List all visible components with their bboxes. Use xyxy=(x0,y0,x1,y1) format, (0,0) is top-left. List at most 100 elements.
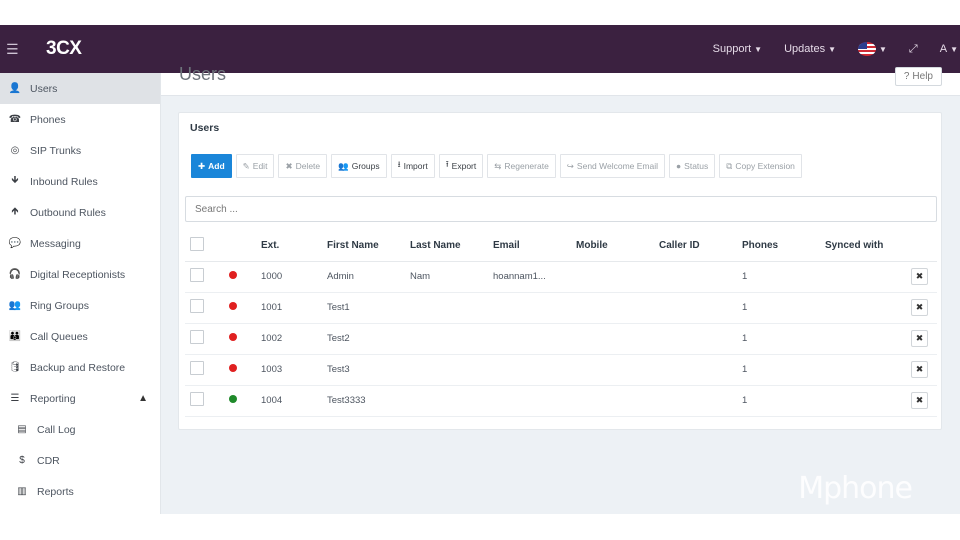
row-checkbox[interactable] xyxy=(190,392,204,406)
sidebar-item-label: Call Log xyxy=(37,423,76,436)
col-phones[interactable]: Phones xyxy=(742,230,825,262)
select-all-checkbox[interactable] xyxy=(190,236,204,251)
support-label: Support xyxy=(712,43,752,55)
row-checkbox-cell xyxy=(185,385,229,417)
arrow-down-icon: 🡻 xyxy=(11,175,19,186)
pencil-icon: ✎ xyxy=(242,160,250,171)
col-ext[interactable]: Ext. xyxy=(261,230,327,262)
status-cell xyxy=(229,354,261,386)
sidebar-item-call-queues[interactable]: 👪 Call Queues xyxy=(0,321,160,352)
row-checkbox-cell xyxy=(185,354,229,386)
chat-icon: 💬 xyxy=(8,238,22,249)
import-label: Import xyxy=(403,161,428,171)
row-checkbox[interactable] xyxy=(190,299,204,313)
col-last-name[interactable]: Last Name xyxy=(410,230,493,262)
sidebar-item-messaging[interactable]: 💬 Messaging xyxy=(0,228,160,259)
add-button[interactable]: ✚ Add xyxy=(191,154,232,178)
top-right-menu: Support ▼ Updates ▼ ▼ ⤢ A ▼ xyxy=(713,25,960,73)
ext-cell: 1000 xyxy=(261,261,327,293)
status-dot-icon xyxy=(229,302,237,310)
users-panel: Users ✚ Add ✎ Edit ✖ Delete 👥 Groups ⭳ Import… xyxy=(178,112,942,430)
sidebar-item-digital-receptionists[interactable]: 🎧 Digital Receptionists xyxy=(0,259,160,290)
col-email[interactable]: Email xyxy=(493,230,576,262)
copy-extension-button[interactable]: ⧉ Copy Extension xyxy=(719,154,802,178)
sidebar-item-label: SIP Trunks xyxy=(30,144,82,157)
sidebar-item-inbound-rules[interactable]: 🡻 Inbound Rules xyxy=(0,166,160,197)
table-row[interactable]: 1000 Admin Nam hoannam1... 1 ✖ xyxy=(185,261,937,293)
close-icon: ✖ xyxy=(285,160,293,171)
caret-down-icon: ▼ xyxy=(950,44,958,54)
sidebar-item-reporting[interactable]: ☰ Reporting ▲ xyxy=(0,383,160,414)
col-synced-with[interactable]: Synced with xyxy=(825,230,911,262)
sidebar-item-reports[interactable]: ▥ Reports xyxy=(0,476,160,507)
sidebar-item-ring-groups[interactable]: 👥 Ring Groups xyxy=(0,290,160,321)
status-cell xyxy=(229,261,261,293)
app-window: ☰ 3CX Support ▼ Updates ▼ ▼ ⤢ A ▼ 👤 Users ☎ Ph… xyxy=(0,25,960,514)
mobile-cell xyxy=(576,323,659,355)
table-row[interactable]: 1004 Test3333 1 ✖ xyxy=(185,385,937,417)
help-button[interactable]: ? Help xyxy=(894,67,942,86)
export-button[interactable]: ⭱ Export xyxy=(438,154,484,178)
fullscreen-icon[interactable]: ⤢ xyxy=(909,43,918,56)
row-checkbox[interactable] xyxy=(190,361,204,375)
row-checkbox[interactable] xyxy=(190,268,204,282)
sidebar-item-users[interactable]: 👤 Users xyxy=(0,73,160,104)
app-logo[interactable]: 3CX xyxy=(46,38,82,60)
col-first-name[interactable]: First Name xyxy=(327,230,410,262)
select-all-cell xyxy=(185,230,229,262)
email-cell xyxy=(493,292,576,324)
delete-row-button[interactable]: ✖ xyxy=(911,299,928,316)
send-welcome-label: Send Welcome Email xyxy=(576,161,659,171)
queue-icon: 👪 xyxy=(8,331,22,342)
table-row[interactable]: 1002 Test2 1 ✖ xyxy=(185,323,937,355)
sidebar-item-outbound-rules[interactable]: 🡹 Outbound Rules xyxy=(0,197,160,228)
delete-row-button[interactable]: ✖ xyxy=(911,392,928,409)
row-checkbox[interactable] xyxy=(190,330,204,344)
delete-row-button[interactable]: ✖ xyxy=(911,268,928,285)
synced-cell xyxy=(825,323,911,355)
copy-icon: ⧉ xyxy=(726,160,733,171)
col-caller-id[interactable]: Caller ID xyxy=(659,230,742,262)
support-menu[interactable]: Support ▼ xyxy=(713,43,762,55)
row-checkbox-cell xyxy=(185,323,229,355)
database-icon: 🛢 xyxy=(8,362,22,373)
search-input[interactable]: Search ... xyxy=(185,196,937,222)
chevron-up-icon[interactable]: ▲ xyxy=(138,393,148,404)
sidebar-item-sip-trunks[interactable]: ◎ SIP Trunks xyxy=(0,135,160,166)
hamburger-menu-icon[interactable]: ☰ xyxy=(6,41,28,58)
help-label: Help xyxy=(912,71,933,82)
sidebar-item-phones[interactable]: ☎ Phones xyxy=(0,104,160,135)
col-mobile[interactable]: Mobile xyxy=(576,230,659,262)
last-name-cell: Nam xyxy=(410,261,493,293)
import-button[interactable]: ⭳ Import xyxy=(390,154,435,178)
delete-button[interactable]: ✖ Delete xyxy=(278,154,328,178)
table-row[interactable]: 1003 Test3 1 ✖ xyxy=(185,354,937,386)
updates-menu[interactable]: Updates ▼ xyxy=(784,43,836,55)
last-name-cell xyxy=(410,354,493,386)
sidebar-item-label: Users xyxy=(30,82,58,95)
caller-id-cell xyxy=(659,354,742,386)
sidebar: 👤 Users ☎ Phones ◎ SIP Trunks 🡻 Inbound Rules 🡹 O… xyxy=(0,73,161,514)
watermark-logo: Mphone xyxy=(798,471,913,506)
caller-id-cell xyxy=(659,385,742,417)
ext-cell: 1003 xyxy=(261,354,327,386)
sidebar-item-cdr[interactable]: $ CDR xyxy=(0,445,160,476)
groups-button[interactable]: 👥 Groups xyxy=(331,154,387,178)
globe-icon: ◎ xyxy=(10,145,20,156)
delete-row-button[interactable]: ✖ xyxy=(911,361,928,378)
phones-cell: 1 xyxy=(742,354,825,386)
language-menu[interactable]: ▼ xyxy=(858,42,887,56)
regenerate-button[interactable]: ⇆ Regenerate xyxy=(487,154,556,178)
send-welcome-email-button[interactable]: ↪ Send Welcome Email xyxy=(559,154,666,178)
sidebar-item-call-log[interactable]: ▤ Call Log xyxy=(0,414,160,445)
delete-row-button[interactable]: ✖ xyxy=(911,330,928,347)
group-icon: 👥 xyxy=(338,160,349,171)
caller-id-cell xyxy=(659,323,742,355)
status-button[interactable]: ● Status xyxy=(669,154,716,178)
retweet-icon: ⇆ xyxy=(494,160,502,171)
edit-button[interactable]: ✎ Edit xyxy=(235,154,275,178)
sidebar-item-backup-and-restore[interactable]: 🛢 Backup and Restore xyxy=(0,352,160,383)
table-row[interactable]: 1001 Test1 1 ✖ xyxy=(185,292,937,324)
user-menu[interactable]: A ▼ xyxy=(940,43,958,55)
email-cell xyxy=(493,385,576,417)
